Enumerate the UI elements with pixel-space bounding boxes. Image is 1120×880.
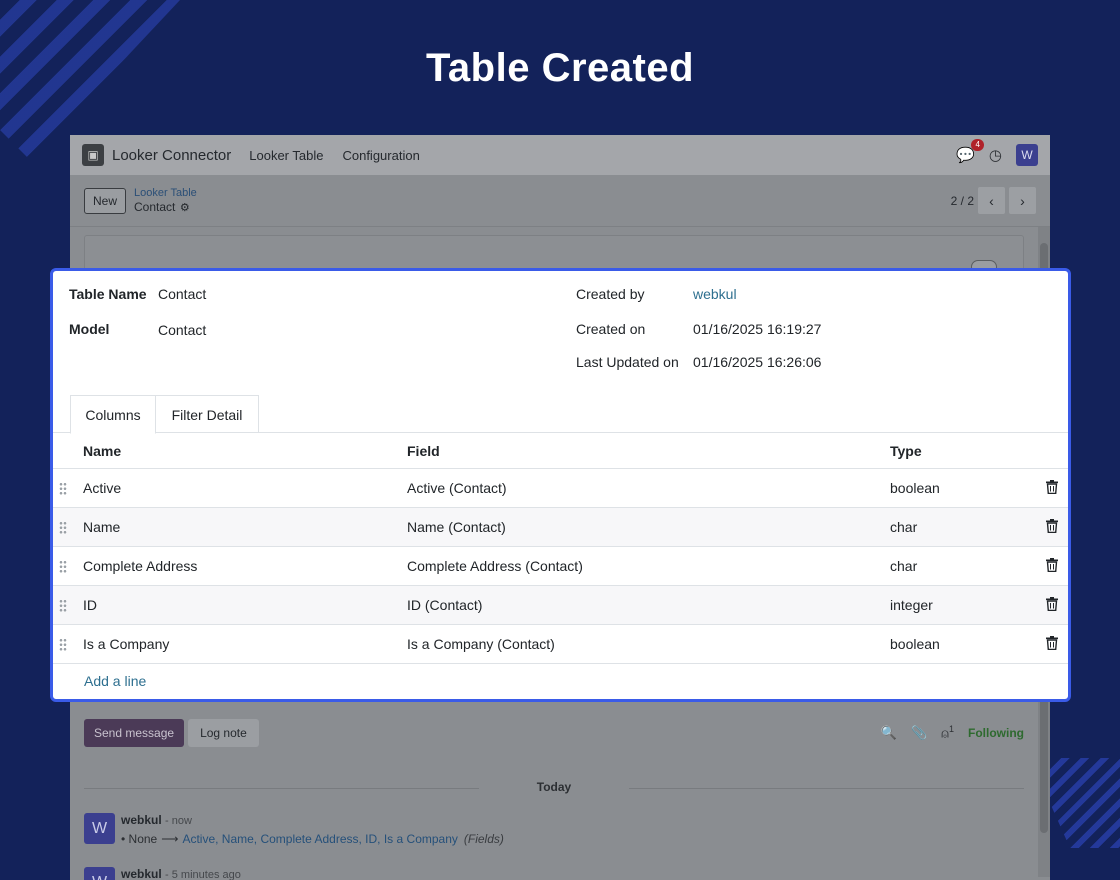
trash-icon[interactable] [1046, 519, 1058, 533]
control-panel: New Looker Table Contact ⚙ 2 / 2 ‹ › [70, 175, 1050, 227]
column-header-type[interactable]: Type [890, 433, 922, 468]
table-row[interactable]: Name Name (Contact) char [53, 508, 1068, 547]
previous-record-button[interactable]: ‹ [978, 187, 1005, 214]
row-field[interactable]: Name (Contact) [407, 508, 506, 546]
message-time: - 5 minutes ago [165, 869, 241, 880]
created-by-label: Created by [576, 286, 645, 302]
row-field[interactable]: Active (Contact) [407, 469, 507, 507]
row-field[interactable]: ID (Contact) [407, 586, 482, 624]
followers-icon: ⍝ [941, 725, 949, 741]
message-author[interactable]: webkul [121, 867, 162, 880]
table-header: Name Field Type [53, 433, 1068, 469]
trash-icon[interactable] [1046, 558, 1058, 572]
created-by-link[interactable]: webkul [693, 286, 737, 302]
model-value[interactable]: Contact [158, 322, 206, 338]
created-on-value: 01/16/2025 16:19:27 [693, 321, 822, 337]
table-name-label: Table Name [69, 286, 147, 302]
chatter-toolbar: Send message Log note 🔍 📎 ⍝1 Following [84, 718, 1024, 748]
table-row[interactable]: ID ID (Contact) integer [53, 586, 1068, 625]
trash-icon[interactable] [1046, 636, 1058, 650]
page-title: Table Created [425, 46, 695, 90]
chatter-message: W webkul - now • None ⟶ Active, Name, Comp… [84, 813, 504, 846]
chatter-message: W webkul - 5 minutes ago [84, 867, 241, 880]
log-note-button[interactable]: Log note [188, 719, 259, 747]
column-header-name[interactable]: Name [83, 433, 121, 468]
search-icon[interactable]: 🔍 [881, 725, 897, 741]
old-value: None [128, 832, 158, 846]
app-logo-icon[interactable]: ▣ [82, 144, 104, 166]
top-navbar: ▣ Looker Connector Looker Table Configur… [70, 135, 1050, 175]
activity-clock-icon[interactable]: ◷ [989, 146, 1002, 164]
highlighted-form-panel: Table Name Contact Model Contact Created… [50, 268, 1071, 702]
menu-configuration[interactable]: Configuration [342, 148, 419, 163]
drag-handle-icon[interactable] [59, 599, 67, 612]
changed-field: (Fields) [463, 832, 504, 846]
tracking-change: • None ⟶ Active, Name, Complete Address, I… [121, 832, 504, 846]
tab-filter-detail[interactable]: Filter Detail [155, 395, 259, 433]
column-header-field[interactable]: Field [407, 433, 440, 468]
message-time: - now [165, 815, 192, 827]
new-value: Active, Name, Complete Address, ID, Is a… [182, 832, 458, 846]
tab-columns[interactable]: Columns [70, 395, 156, 434]
day-separator: Today [84, 780, 1024, 794]
app-name[interactable]: Looker Connector [112, 147, 231, 164]
table-row[interactable]: Complete Address Complete Address (Conta… [53, 547, 1068, 586]
avatar[interactable]: W [84, 813, 115, 844]
menu-looker-table[interactable]: Looker Table [249, 148, 323, 163]
row-type[interactable]: boolean [890, 469, 940, 507]
add-line-link[interactable]: Add a line [84, 673, 146, 689]
pager-value[interactable]: 2 / 2 [951, 194, 974, 208]
row-name[interactable]: Complete Address [83, 547, 197, 585]
gear-icon[interactable]: ⚙ [180, 202, 190, 214]
drag-handle-icon[interactable] [59, 638, 67, 651]
table-row[interactable]: Is a Company Is a Company (Contact) bool… [53, 625, 1068, 664]
drag-handle-icon[interactable] [59, 482, 67, 495]
new-button[interactable]: New [84, 187, 127, 214]
notebook-tabs: Columns Filter Detail [53, 395, 1068, 434]
following-button[interactable]: Following [968, 726, 1024, 740]
created-on-label: Created on [576, 321, 646, 337]
send-message-button[interactable]: Send message [84, 719, 185, 747]
trash-icon[interactable] [1046, 480, 1058, 494]
row-type[interactable]: integer [890, 586, 933, 624]
messages-icon[interactable]: 💬 4 [956, 139, 984, 164]
avatar[interactable]: W [84, 867, 115, 880]
user-avatar[interactable]: W [1016, 144, 1038, 166]
row-name[interactable]: ID [83, 586, 97, 624]
next-record-button[interactable]: › [1009, 187, 1036, 214]
table-name-value[interactable]: Contact [158, 286, 206, 302]
pager: 2 / 2 ‹ › [951, 187, 1036, 214]
row-type[interactable]: boolean [890, 625, 940, 663]
followers-count: 1 [948, 724, 954, 735]
arrow-right-icon: ⟶ [161, 832, 179, 846]
row-name[interactable]: Is a Company [83, 625, 169, 663]
paperclip-icon[interactable]: 📎 [911, 725, 927, 741]
row-type[interactable]: char [890, 547, 917, 585]
trash-icon[interactable] [1046, 597, 1058, 611]
row-name[interactable]: Name [83, 508, 120, 546]
drag-handle-icon[interactable] [59, 521, 67, 534]
breadcrumb-parent[interactable]: Looker Table [134, 187, 197, 200]
drag-handle-icon[interactable] [59, 560, 67, 573]
row-type[interactable]: char [890, 508, 917, 546]
breadcrumb-current: Contact [134, 199, 176, 214]
breadcrumb: Looker Table Contact ⚙ [134, 187, 197, 215]
followers-button[interactable]: ⍝1 [941, 724, 954, 741]
messages-badge: 4 [971, 139, 984, 151]
row-field[interactable]: Is a Company (Contact) [407, 625, 555, 663]
model-label: Model [69, 321, 110, 337]
updated-on-label: Last Updated on [576, 354, 679, 370]
message-author[interactable]: webkul [121, 813, 162, 827]
updated-on-value: 01/16/2025 16:26:06 [693, 354, 822, 370]
row-name[interactable]: Active [83, 469, 121, 507]
table-row[interactable]: Active Active (Contact) boolean [53, 469, 1068, 508]
row-field[interactable]: Complete Address (Contact) [407, 547, 583, 585]
